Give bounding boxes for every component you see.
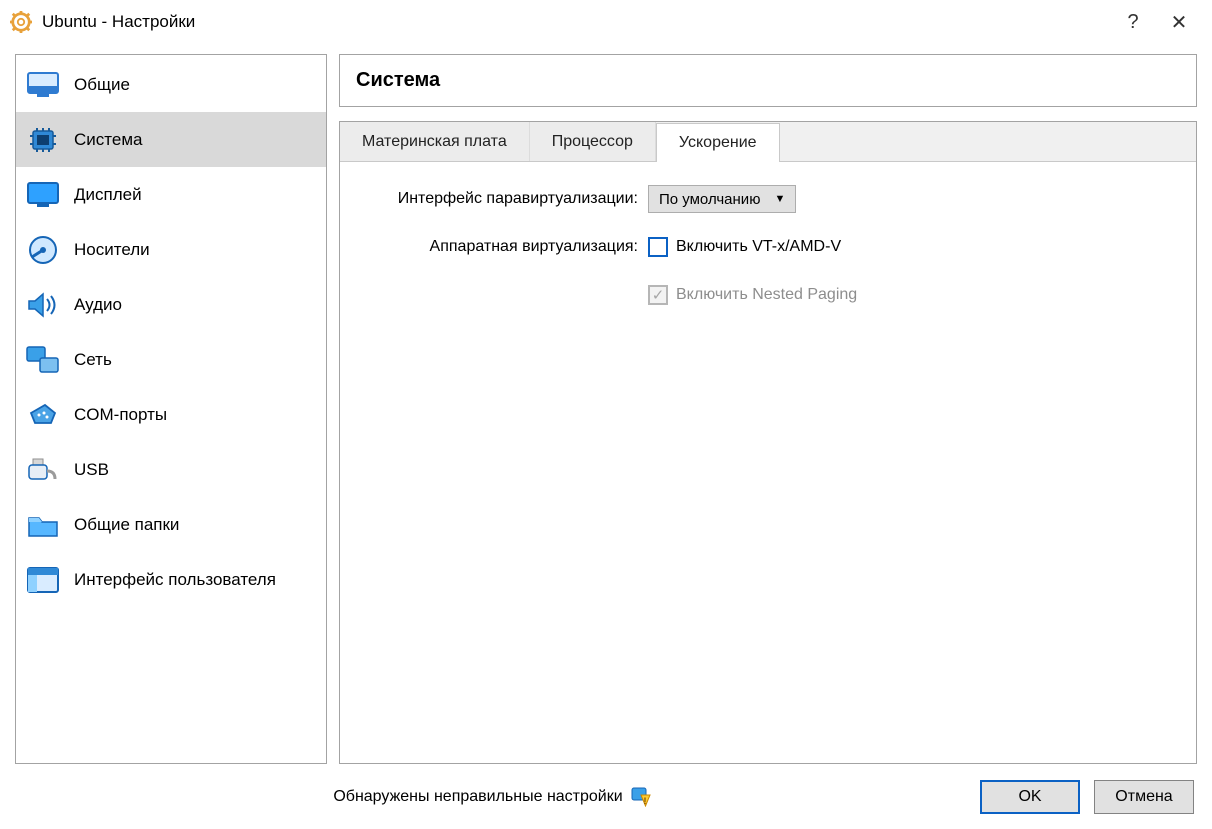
- svg-text:!: !: [643, 796, 646, 806]
- label-paravirt: Интерфейс паравиртуализации:: [358, 190, 648, 208]
- tab-content-acceleration: Интерфейс паравиртуализации: По умолчани…: [340, 162, 1196, 350]
- section-heading: Система: [339, 54, 1197, 107]
- display-icon: [26, 180, 60, 210]
- sidebar-item-display[interactable]: Дисплей: [16, 167, 326, 222]
- sidebar-item-label: Общие папки: [74, 515, 179, 535]
- ui-layout-icon: [26, 565, 60, 595]
- disk-icon: [26, 235, 60, 265]
- sidebar-item-label: USB: [74, 460, 109, 480]
- serial-port-icon: [26, 400, 60, 430]
- checkbox-nested-paging: ✓: [648, 285, 668, 305]
- folder-icon: [26, 510, 60, 540]
- sidebar-item-ui[interactable]: Интерфейс пользователя: [16, 552, 326, 607]
- chip-icon: [26, 125, 60, 155]
- dropdown-value: По умолчанию: [659, 191, 760, 208]
- row-nested: ✓ Включить Nested Paging: [358, 280, 1178, 310]
- sidebar-item-label: Дисплей: [74, 185, 142, 205]
- network-icon: [26, 345, 60, 375]
- sidebar-item-audio[interactable]: Аудио: [16, 277, 326, 332]
- chevron-down-icon: ▼: [774, 193, 785, 205]
- label-hwvirt: Аппаратная виртуализация:: [358, 238, 648, 256]
- tabs-bar: Материнская плата Процессор Ускорение: [340, 122, 1196, 162]
- dropdown-paravirt[interactable]: По умолчанию ▼: [648, 185, 796, 213]
- general-icon: [26, 70, 60, 100]
- settings-sidebar: Общие Система: [15, 54, 327, 764]
- footer-warning-text: Обнаружены неправильные настройки: [333, 788, 622, 806]
- ok-button[interactable]: OK: [980, 780, 1080, 814]
- tab-motherboard[interactable]: Материнская плата: [340, 122, 530, 161]
- warning-icon: !: [631, 787, 651, 807]
- close-button[interactable]: ✕: [1156, 10, 1202, 35]
- sidebar-item-storage[interactable]: Носители: [16, 222, 326, 277]
- sidebar-item-label: Сеть: [74, 350, 112, 370]
- sidebar-item-label: Система: [74, 130, 142, 150]
- checkbox-vtx-label: Включить VT-x/AMD-V: [676, 238, 841, 256]
- window-title: Ubuntu - Настройки: [42, 12, 195, 32]
- sidebar-item-label: Аудио: [74, 295, 122, 315]
- sidebar-item-serial[interactable]: COM-порты: [16, 387, 326, 442]
- row-paravirt: Интерфейс паравиртуализации: По умолчани…: [358, 184, 1178, 214]
- sidebar-item-network[interactable]: Сеть: [16, 332, 326, 387]
- sidebar-item-system[interactable]: Система: [16, 112, 326, 167]
- titlebar: Ubuntu - Настройки ? ✕: [0, 0, 1212, 44]
- speaker-icon: [26, 290, 60, 320]
- cancel-button[interactable]: Отмена: [1094, 780, 1194, 814]
- checkbox-nested-label: Включить Nested Paging: [676, 286, 857, 304]
- sidebar-item-shared-folders[interactable]: Общие папки: [16, 497, 326, 552]
- sidebar-item-label: Общие: [74, 75, 130, 95]
- help-button[interactable]: ?: [1110, 11, 1156, 34]
- row-hwvirt: Аппаратная виртуализация: Включить VT-x/…: [358, 232, 1178, 262]
- checkbox-vtx[interactable]: [648, 237, 668, 257]
- sidebar-item-general[interactable]: Общие: [16, 57, 326, 112]
- main-panel: Система Материнская плата Процессор Уско…: [339, 54, 1197, 764]
- sidebar-item-label: Интерфейс пользователя: [74, 570, 276, 590]
- content-area: Общие Система: [0, 44, 1212, 764]
- dialog-footer: Обнаружены неправильные настройки ! OK О…: [0, 764, 1212, 819]
- footer-warning: Обнаружены неправильные настройки !: [18, 787, 966, 807]
- checkmark-icon: ✓: [652, 288, 665, 303]
- app-gear-icon: [10, 11, 32, 33]
- sidebar-item-label: Носители: [74, 240, 150, 260]
- tab-acceleration[interactable]: Ускорение: [656, 123, 780, 162]
- sidebar-item-usb[interactable]: USB: [16, 442, 326, 497]
- usb-icon: [26, 455, 60, 485]
- sidebar-item-label: COM-порты: [74, 405, 167, 425]
- tab-processor[interactable]: Процессор: [530, 122, 656, 161]
- tabs-container: Материнская плата Процессор Ускорение Ин…: [339, 121, 1197, 764]
